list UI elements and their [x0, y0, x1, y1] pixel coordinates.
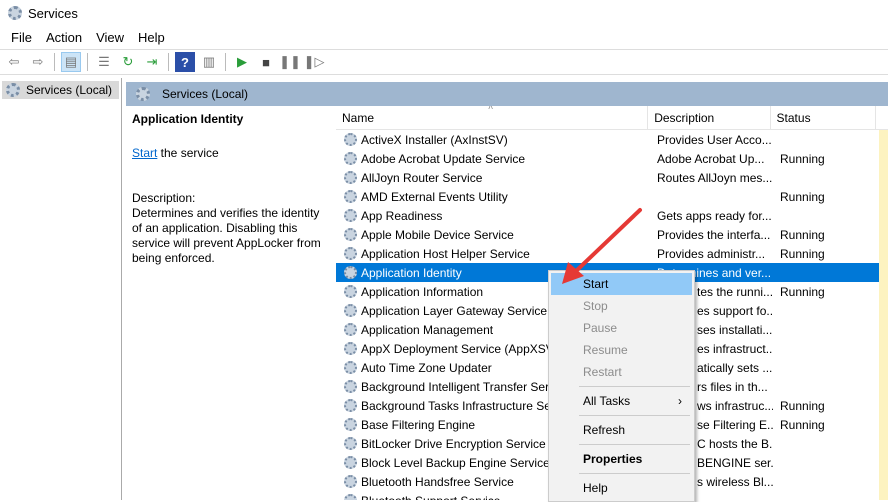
red-arrow-annotation — [562, 208, 642, 284]
